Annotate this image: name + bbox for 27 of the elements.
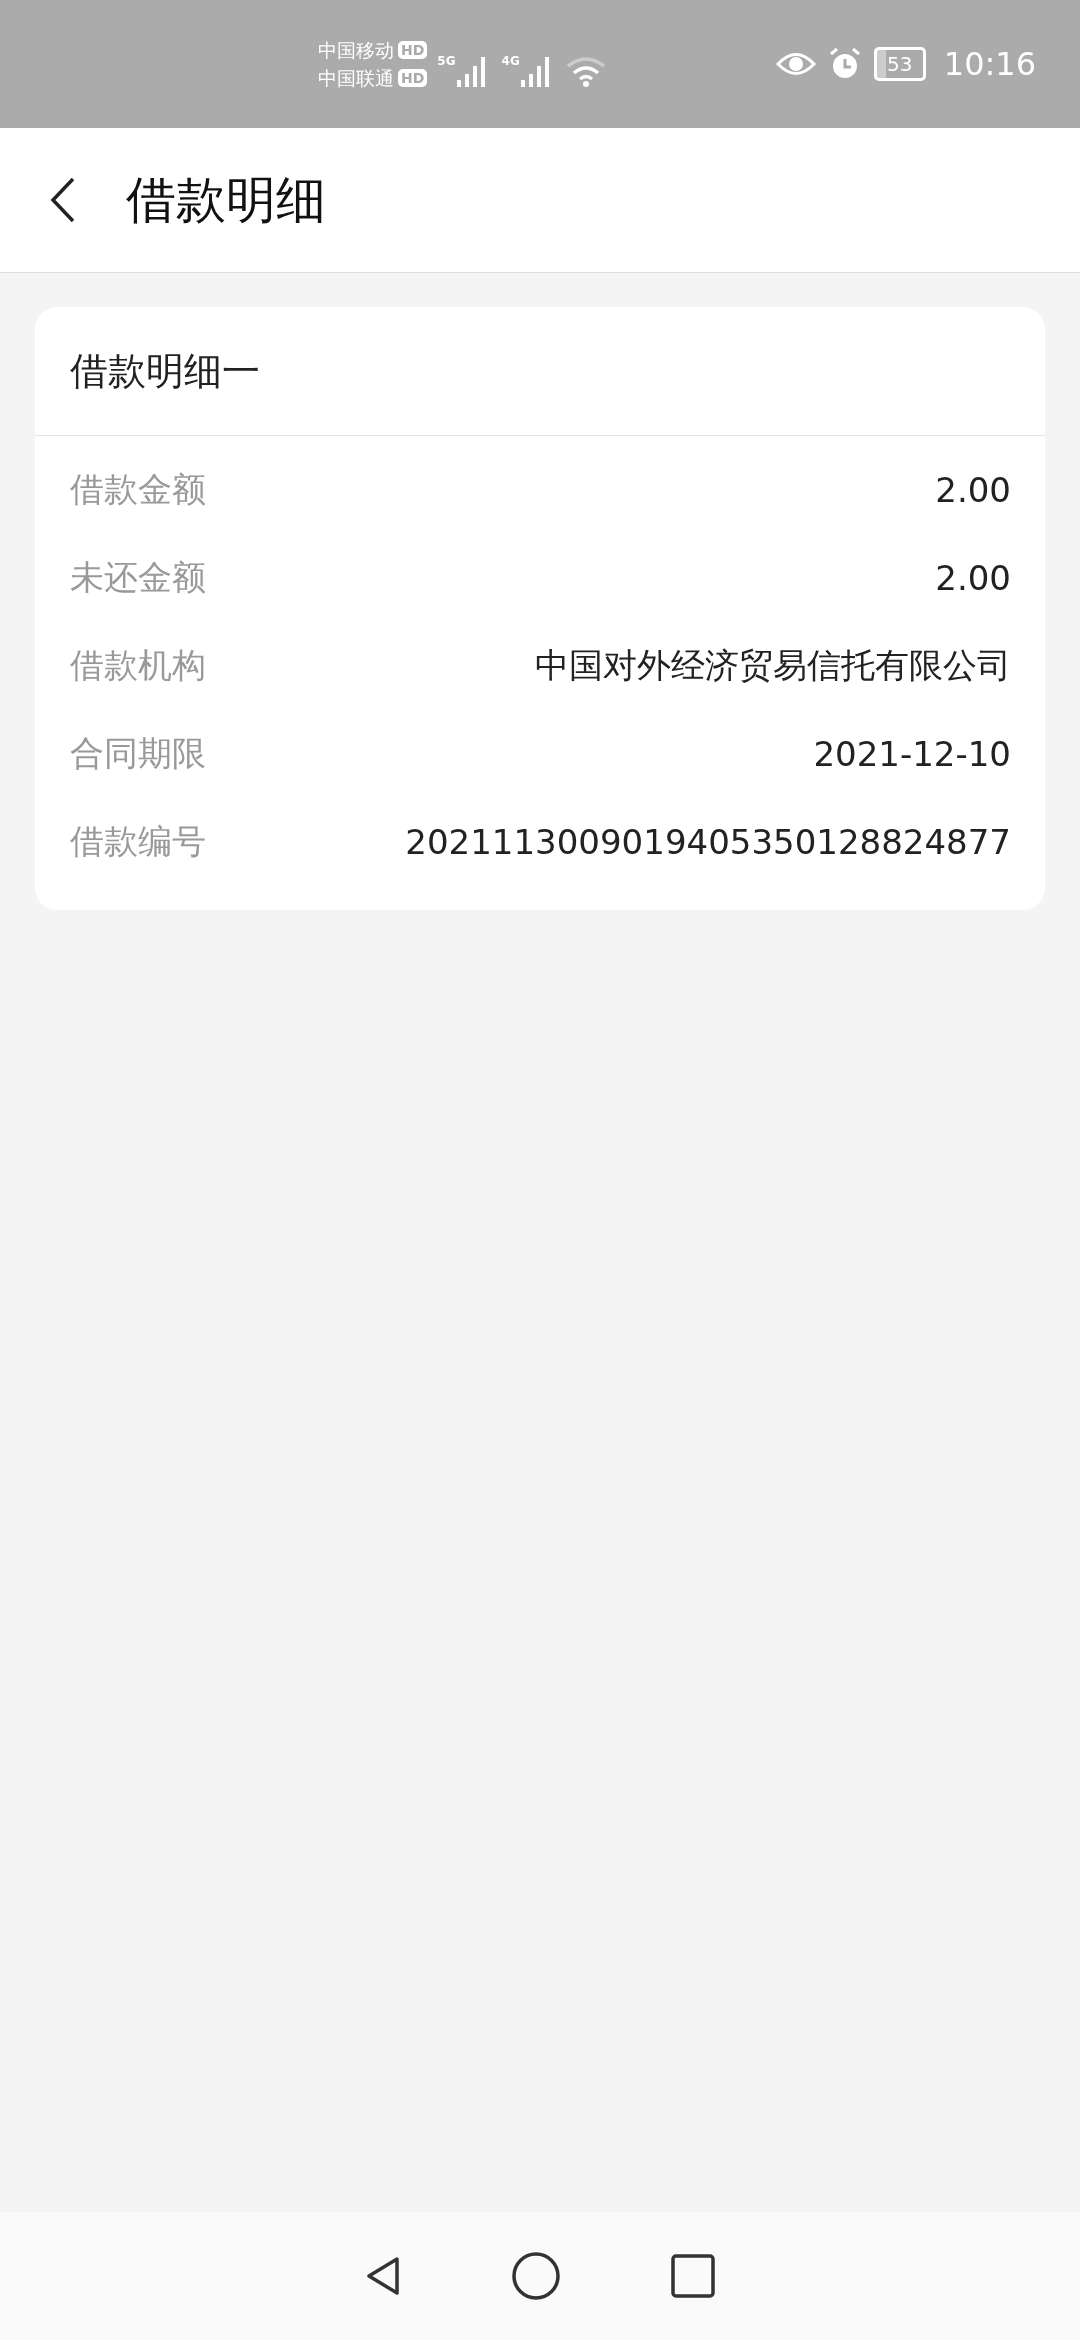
battery-level: 53 — [887, 53, 913, 75]
field-label: 借款机构 — [70, 644, 206, 687]
field-label: 借款金额 — [70, 468, 206, 511]
field-label: 未还金额 — [70, 556, 206, 599]
field-label: 借款编号 — [70, 820, 206, 863]
hd-badge: HD — [398, 41, 428, 59]
field-value: 2.00 — [935, 558, 1011, 598]
network-type: 4G — [501, 54, 520, 68]
field-label: 合同期限 — [70, 732, 206, 775]
clock-time: 10:16 — [943, 45, 1036, 83]
wifi-icon — [565, 56, 606, 88]
eye-icon — [775, 51, 816, 77]
card-title: 借款明细一 — [35, 307, 1045, 436]
back-icon[interactable] — [50, 177, 76, 223]
field-value: 2.00 — [935, 470, 1011, 510]
carrier-name: 中国联通 — [318, 66, 394, 90]
field-value: 2021-12-10 — [813, 734, 1011, 774]
network-type: 5G — [437, 54, 456, 68]
back-icon[interactable] — [365, 2256, 401, 2296]
page-title: 借款明细 — [126, 169, 326, 231]
hd-badge: HD — [398, 69, 428, 87]
field-value: 中国对外经济贸易信托有限公司 — [535, 644, 1011, 687]
home-icon[interactable] — [511, 2251, 561, 2301]
field-value: 2021113009019405350128824877 — [405, 822, 1011, 862]
alarm-clock-icon — [827, 47, 862, 81]
carrier-name: 中国移动 — [318, 38, 394, 62]
recents-icon[interactable] — [671, 2254, 715, 2298]
